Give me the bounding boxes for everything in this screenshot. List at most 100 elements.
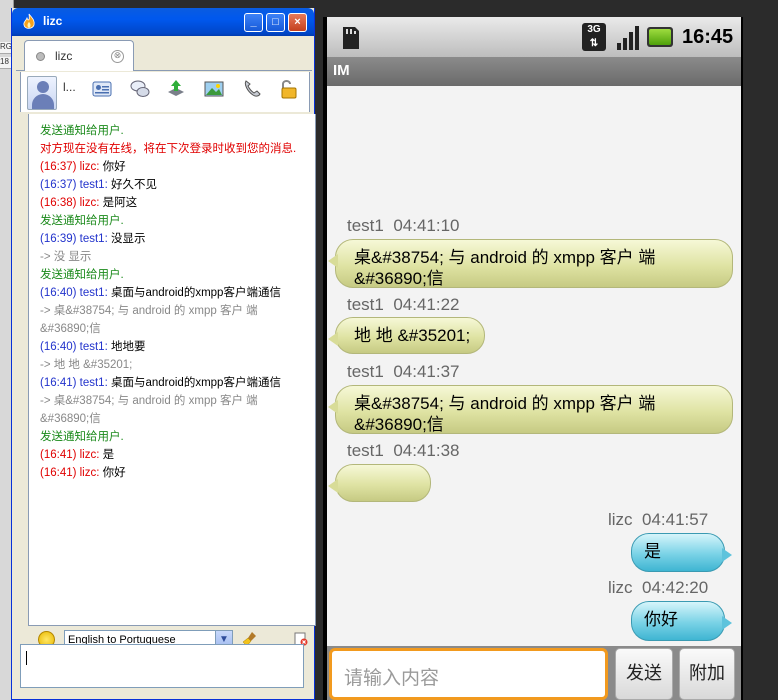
history-text: 发送通知给用户. xyxy=(40,125,124,137)
profile-card-icon[interactable] xyxy=(91,78,113,100)
history-text: 地地要 xyxy=(110,341,146,353)
history-line: -> 没 显示 xyxy=(40,248,315,266)
message-meta: lizc 04:42:20 xyxy=(608,578,709,597)
history-line: &#36890;信 xyxy=(40,410,315,428)
received-message-bubble[interactable] xyxy=(328,464,431,502)
tab-lizc[interactable]: lizc ⊗ xyxy=(24,40,134,71)
history-line: 发送通知给用户. xyxy=(40,266,315,284)
history-line: (16:38) lizc: 是阿这 xyxy=(40,194,315,212)
chat-bubbles-icon[interactable] xyxy=(129,78,151,100)
history-text: 你好 xyxy=(102,467,126,479)
padlock-open-icon[interactable] xyxy=(277,78,299,100)
history-text: (16:40) test1: xyxy=(40,341,111,353)
history-text: 好久不见 xyxy=(110,179,157,191)
history-text: (16:39) test1: xyxy=(40,233,111,245)
desktop-background xyxy=(743,0,778,700)
app-flame-icon xyxy=(23,13,35,29)
window-titlebar[interactable]: lizc _ □ × xyxy=(12,8,314,36)
history-text: 发送通知给用户. xyxy=(40,431,124,443)
network-3g-icon: 3G ⇅ xyxy=(582,23,606,51)
message-meta: test1 04:41:38 xyxy=(347,441,460,460)
history-line: (16:41) test1: 桌面与android的xmpp客户端通信 xyxy=(40,374,315,392)
presence-offline-icon xyxy=(36,52,45,61)
received-message-bubble[interactable]: 地 地 &#35201; xyxy=(328,317,485,354)
history-line: -> 桌&#38754; 与 android 的 xmpp 客户 端 xyxy=(40,302,315,320)
app-title-bar: IM xyxy=(327,57,741,86)
history-text: 是 xyxy=(102,449,115,461)
history-text: -> 没 显示 xyxy=(40,251,92,263)
conversation-list[interactable]: test1 04:41:10 桌&#38754; 与 android 的 xmp… xyxy=(327,86,741,646)
history-text: 发送通知给用户. xyxy=(40,215,124,227)
minimize-button[interactable]: _ xyxy=(244,13,263,32)
window-title: lizc xyxy=(43,14,63,28)
history-text: -> 桌&#38754; 与 android 的 xmpp 客户 端 xyxy=(40,305,258,317)
picture-icon[interactable] xyxy=(203,78,225,100)
file-transfer-icon[interactable] xyxy=(165,78,187,100)
message-input[interactable]: 请输入内容 xyxy=(329,648,608,700)
history-text: 桌面与android的xmpp客户端通信 xyxy=(110,287,281,299)
history-line: 发送通知给用户. xyxy=(40,212,315,230)
history-line: (16:41) lizc: 是 xyxy=(40,446,315,464)
send-button[interactable]: 发送 xyxy=(615,648,673,700)
close-button[interactable]: × xyxy=(288,13,307,32)
battery-charging-icon xyxy=(647,27,673,47)
history-text: (16:40) test1: xyxy=(40,287,111,299)
tab-label: lizc xyxy=(55,49,73,63)
signal-strength-icon xyxy=(617,26,639,50)
message-meta: test1 04:41:22 xyxy=(347,295,460,314)
message-meta: lizc 04:41:57 xyxy=(608,510,709,529)
text-caret xyxy=(26,651,27,665)
history-line: -> 桌&#38754; 与 android 的 xmpp 客户 端 xyxy=(40,392,315,410)
status-clock: 16:45 xyxy=(682,26,734,48)
history-text: &#36890;信 xyxy=(40,323,101,335)
history-line: 对方现在没有在线，将在下次登录时收到您的消息. xyxy=(40,140,315,158)
history-text: &#36890;信 xyxy=(40,413,101,425)
input-placeholder: 请输入内容 xyxy=(344,667,440,689)
received-message-bubble[interactable]: 桌&#38754; 与 android 的 xmpp 客户 端 &#36890;… xyxy=(328,385,733,434)
sent-message-bubble[interactable]: 是 xyxy=(631,533,732,572)
history-text: -> 桌&#38754; 与 android 的 xmpp 客户 端 xyxy=(40,395,258,407)
contact-toolbar: l... xyxy=(20,72,310,112)
status-bar: 3G ⇅ 16:45 xyxy=(327,17,741,57)
history-line: (16:37) test1: 好久不见 xyxy=(40,176,315,194)
android-phone-screen: 3G ⇅ 16:45 IM test1 04:41:10 桌&#38754; 与 … xyxy=(323,17,743,700)
message-input[interactable] xyxy=(20,644,304,688)
history-text: 发送通知给用户. xyxy=(40,269,124,281)
maximize-button[interactable]: □ xyxy=(266,13,285,32)
history-text: (16:41) test1: xyxy=(40,377,111,389)
tab-strip: lizc ⊗ xyxy=(16,38,312,71)
history-line: (16:40) test1: 地地要 xyxy=(40,338,315,356)
history-line: (16:41) lizc: 你好 xyxy=(40,464,315,482)
history-text: (16:41) lizc: xyxy=(40,449,103,461)
tab-close-icon[interactable]: ⊗ xyxy=(111,50,124,63)
history-line: -> 地 地 &#35201; xyxy=(40,356,315,374)
history-line: (16:40) test1: 桌面与android的xmpp客户端通信 xyxy=(40,284,315,302)
message-meta: test1 04:41:10 xyxy=(347,216,460,235)
sent-message-bubble[interactable]: 你好 xyxy=(631,601,732,641)
history-text: 你好 xyxy=(102,161,126,173)
history-text: 对方现在没有在线，将在下次登录时收到您的消息. xyxy=(40,143,297,155)
chat-window: lizc _ □ × lizc ⊗ l... 发送通知给用户. 对方现在没有在线… xyxy=(11,8,316,700)
desktop-background xyxy=(323,0,743,17)
contact-name: l... xyxy=(63,80,76,94)
history-line: &#36890;信 xyxy=(40,320,315,338)
history-text: 没显示 xyxy=(110,233,146,245)
received-message-bubble[interactable]: 桌&#38754; 与 android 的 xmpp 客户 端 &#36890;… xyxy=(328,239,733,288)
avatar[interactable] xyxy=(27,76,57,110)
history-text: -> 地 地 &#35201; xyxy=(40,359,133,371)
history-text: 是阿这 xyxy=(102,197,138,209)
history-line: 发送通知给用户. xyxy=(40,122,315,140)
attach-button[interactable]: 附加 xyxy=(679,648,735,700)
history-text: (16:37) lizc: xyxy=(40,161,103,173)
message-history[interactable]: 发送通知给用户. 对方现在没有在线，将在下次登录时收到您的消息. (16:37) l… xyxy=(28,114,316,626)
message-meta: test1 04:41:37 xyxy=(347,362,460,381)
history-text: (16:37) test1: xyxy=(40,179,111,191)
composer-bar: 请输入内容 发送 附加 xyxy=(327,646,741,700)
history-text: 桌面与android的xmpp客户端通信 xyxy=(110,377,281,389)
phone-call-icon[interactable] xyxy=(241,78,263,100)
sd-card-icon xyxy=(343,27,359,49)
history-line: 发送通知给用户. xyxy=(40,428,315,446)
history-text: (16:38) lizc: xyxy=(40,197,103,209)
history-line: (16:37) lizc: 你好 xyxy=(40,158,315,176)
history-line: (16:39) test1: 没显示 xyxy=(40,230,315,248)
